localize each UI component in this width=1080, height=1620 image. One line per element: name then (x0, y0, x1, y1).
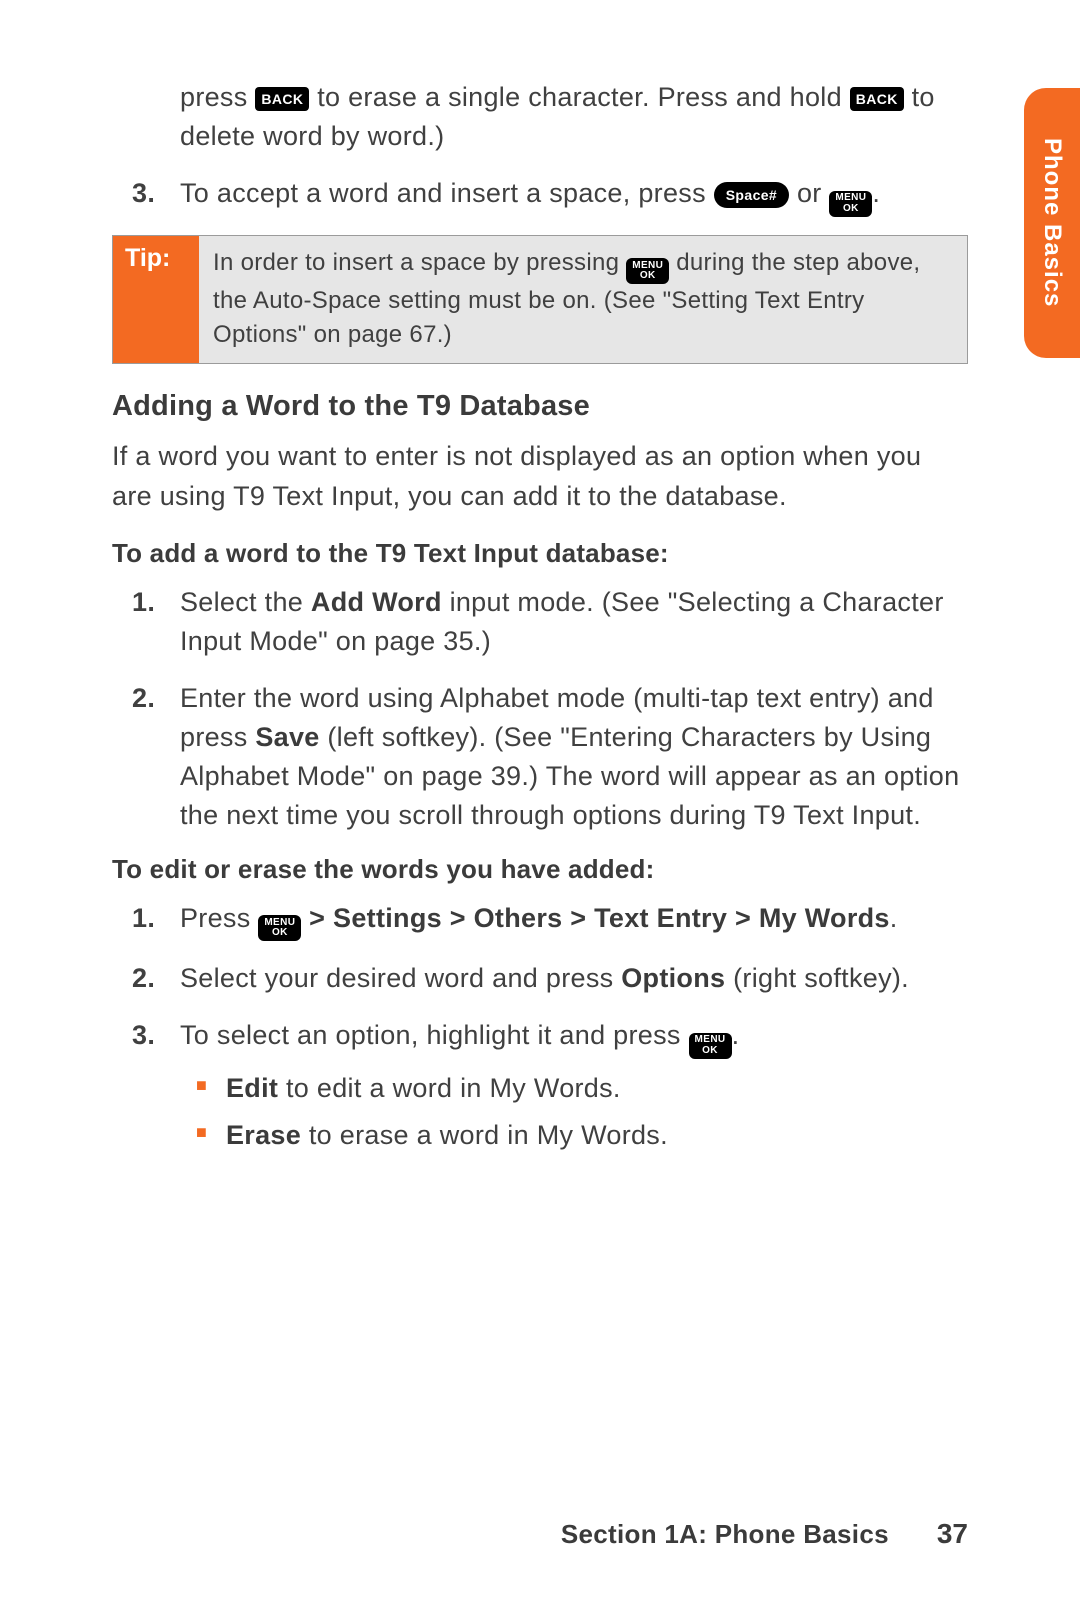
page-footer: Section 1A: Phone Basics 37 (561, 1518, 968, 1550)
text: to edit a word in My Words. (278, 1073, 621, 1103)
text: . (872, 178, 880, 208)
text: Select the (180, 587, 311, 617)
page-content: press BACK to erase a single character. … (0, 0, 1080, 1155)
step-number: 1. (132, 899, 180, 942)
step-text: Press MENUOK > Settings > Others > Text … (180, 899, 968, 942)
bold-text: Add Word (311, 587, 442, 617)
step-number: 3. (132, 174, 180, 217)
step-text: To accept a word and insert a space, pre… (180, 174, 968, 217)
step-number: 2. (132, 679, 180, 836)
bold-text: Edit (226, 1073, 278, 1103)
section-tab: Phone Basics (1024, 88, 1080, 358)
edit-step-1: 1. Press MENUOK > Settings > Others > Te… (112, 899, 968, 942)
footer-section: Section 1A: Phone Basics (561, 1519, 889, 1550)
sublist-text: Erase to erase a word in My Words. (226, 1116, 968, 1155)
space-key-icon: Space# (714, 182, 789, 208)
text: To select an option, highlight it and pr… (180, 1020, 689, 1050)
option-sublist: ■ Edit to edit a word in My Words. ■ Era… (112, 1069, 968, 1155)
bold-text: > Settings > Others > Text Entry > My Wo… (301, 903, 889, 933)
heading-adding-word: Adding a Word to the T9 Database (112, 390, 968, 423)
text: Press (180, 903, 258, 933)
back-key-icon: BACK (850, 87, 904, 111)
step-text: To select an option, highlight it and pr… (180, 1016, 968, 1059)
edit-step-3: 3. To select an option, highlight it and… (112, 1016, 968, 1059)
sublist-item-edit: ■ Edit to edit a word in My Words. (196, 1069, 968, 1108)
subheading-edit-erase: To edit or erase the words you have adde… (112, 854, 968, 885)
step-3: 3. To accept a word and insert a space, … (112, 174, 968, 217)
bullet-icon: ■ (196, 1069, 226, 1108)
continuation-text: press BACK to erase a single character. … (112, 78, 968, 156)
tip-box: Tip: In order to insert a space by press… (112, 235, 968, 365)
step-text: Enter the word using Alphabet mode (mult… (180, 679, 968, 836)
text: to erase a word in My Words. (301, 1120, 668, 1150)
bold-text: Save (255, 722, 319, 752)
text: In order to insert a space by pressing (213, 249, 626, 276)
footer-page-number: 37 (937, 1518, 968, 1550)
step-text: Select the Add Word input mode. (See "Se… (180, 583, 968, 661)
bold-text: Erase (226, 1120, 301, 1150)
text: . (732, 1020, 740, 1050)
step-text: Select your desired word and press Optio… (180, 959, 968, 998)
step-number: 1. (132, 583, 180, 661)
edit-step-2: 2. Select your desired word and press Op… (112, 959, 968, 998)
tip-label: Tip: (113, 236, 199, 364)
bold-text: Options (621, 963, 725, 993)
bullet-icon: ■ (196, 1116, 226, 1155)
add-step-2: 2. Enter the word using Alphabet mode (m… (112, 679, 968, 836)
menu-ok-key-icon: MENUOK (689, 1033, 732, 1059)
menu-ok-key-icon: MENUOK (829, 191, 872, 217)
intro-paragraph: If a word you want to enter is not displ… (112, 437, 968, 515)
tip-body: In order to insert a space by pressing M… (199, 236, 967, 364)
text: or (797, 178, 829, 208)
sublist-text: Edit to edit a word in My Words. (226, 1069, 968, 1108)
back-key-icon: BACK (255, 87, 309, 111)
step-number: 3. (132, 1016, 180, 1059)
text: . (890, 903, 898, 933)
sublist-item-erase: ■ Erase to erase a word in My Words. (196, 1116, 968, 1155)
text: To accept a word and insert a space, pre… (180, 178, 714, 208)
step-number: 2. (132, 959, 180, 998)
menu-ok-key-icon: MENUOK (626, 258, 669, 284)
text: (right softkey). (725, 963, 909, 993)
text: press (180, 82, 255, 112)
subheading-add-word: To add a word to the T9 Text Input datab… (112, 538, 968, 569)
text: Select your desired word and press (180, 963, 621, 993)
menu-ok-key-icon: MENUOK (258, 915, 301, 941)
text: to erase a single character. Press and h… (317, 82, 850, 112)
section-tab-label: Phone Basics (1038, 138, 1066, 307)
add-step-1: 1. Select the Add Word input mode. (See … (112, 583, 968, 661)
